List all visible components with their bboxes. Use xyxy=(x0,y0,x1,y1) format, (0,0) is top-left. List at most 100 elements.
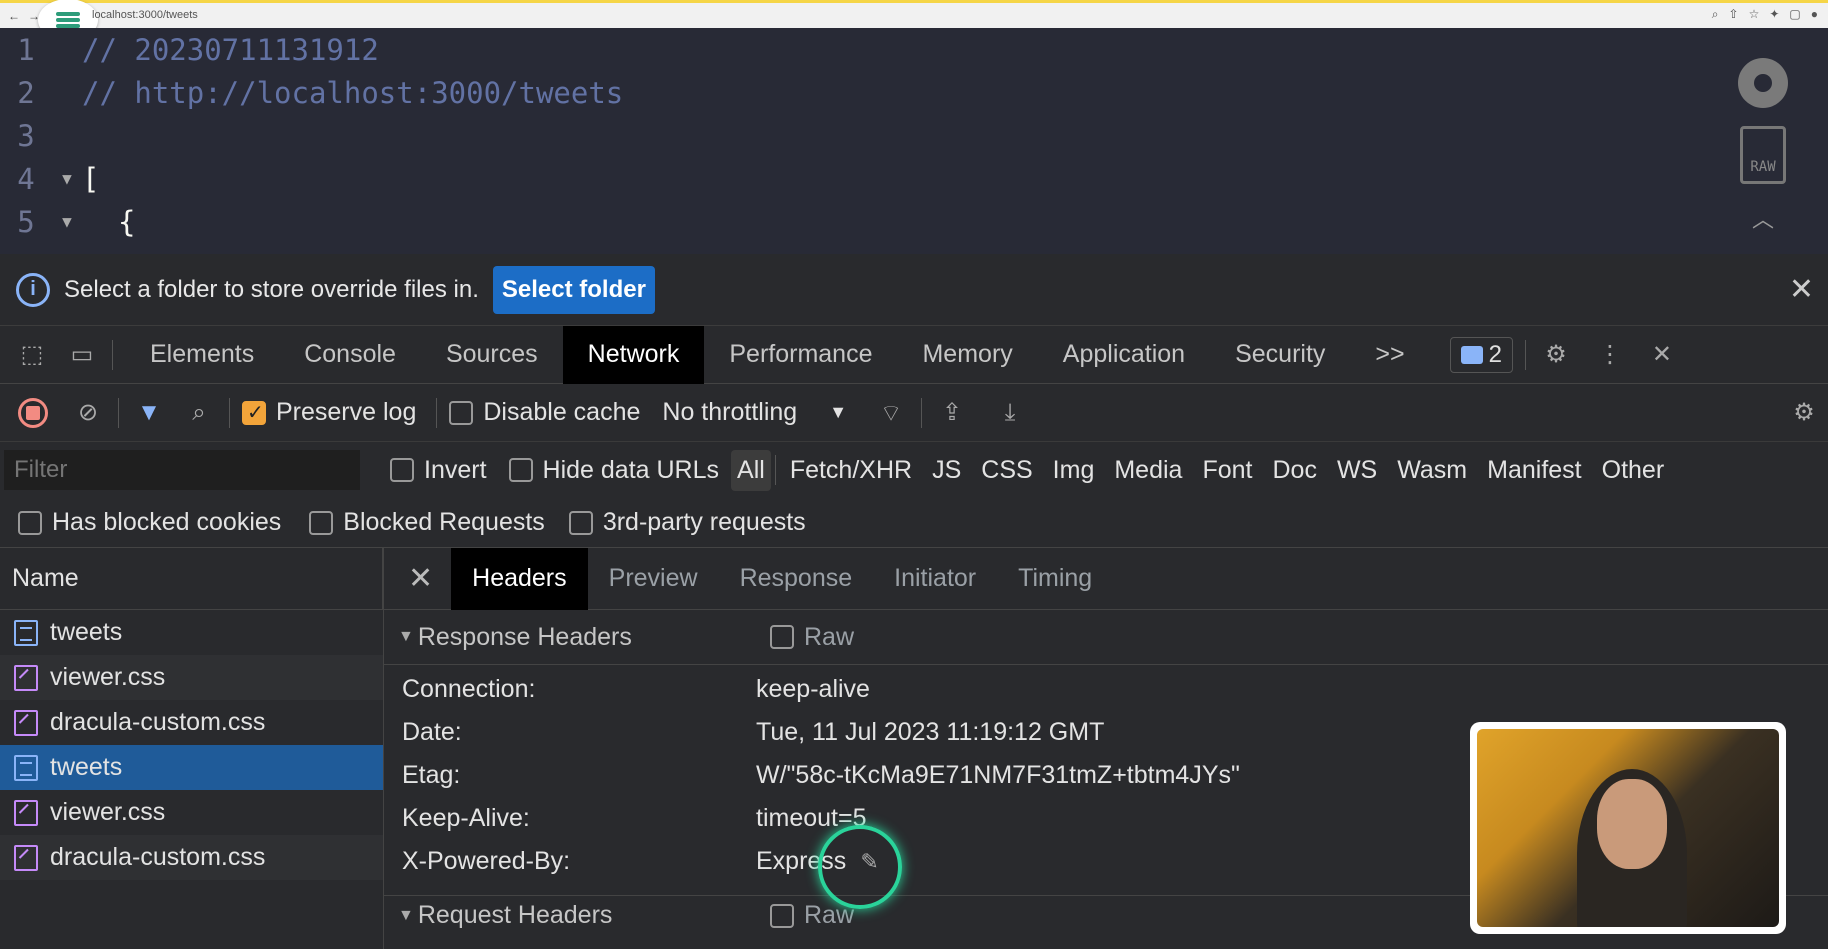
invert-checkbox[interactable] xyxy=(390,458,414,482)
disable-cache-label: Disable cache xyxy=(483,398,641,426)
filter-type-manifest[interactable]: Manifest xyxy=(1477,456,1591,485)
tab-console[interactable]: Console xyxy=(279,326,421,384)
close-devtools-icon[interactable]: ✕ xyxy=(1644,337,1680,373)
close-icon[interactable]: ✕ xyxy=(1789,272,1814,307)
line-number: 2 xyxy=(17,75,35,110)
request-name: tweets xyxy=(50,618,123,646)
tab-memory[interactable]: Memory xyxy=(897,326,1037,384)
devtools-tabbar: ⬚ ▭ Elements Console Sources Network Per… xyxy=(0,325,1828,384)
tab-timing[interactable]: Timing xyxy=(997,548,1113,610)
fold-toggle-icon[interactable]: ▼ xyxy=(52,169,82,188)
code-bracket: [ xyxy=(82,161,100,196)
network-toolbar: ⊘ ▼ ⌕ Preserve log Disable cache No thro… xyxy=(0,384,1828,442)
name-column-header[interactable]: Name xyxy=(0,548,383,610)
request-row[interactable]: viewer.css xyxy=(0,655,383,700)
tab-application[interactable]: Application xyxy=(1038,326,1210,384)
raw-toggle[interactable]: Raw xyxy=(770,901,854,930)
more-tabs-button[interactable]: >> xyxy=(1350,326,1429,384)
filter-type-js[interactable]: JS xyxy=(922,456,971,485)
raw-toggle[interactable]: Raw xyxy=(770,623,854,652)
tab-response[interactable]: Response xyxy=(719,548,874,610)
filter-type-img[interactable]: Img xyxy=(1043,456,1105,485)
browser-actions: ⌕ ⇧ ☆ ✦ ▢ ● xyxy=(1712,7,1818,22)
filter-type-media[interactable]: Media xyxy=(1104,456,1192,485)
extensions-icon[interactable]: ✦ xyxy=(1769,7,1779,22)
filter-type-doc[interactable]: Doc xyxy=(1262,456,1326,485)
blocked-requests-checkbox[interactable] xyxy=(309,510,334,535)
tab-security[interactable]: Security xyxy=(1210,326,1350,384)
close-detail-icon[interactable]: ✕ xyxy=(408,561,433,596)
request-row[interactable]: dracula-custom.css xyxy=(0,700,383,745)
request-row[interactable]: viewer.css xyxy=(0,790,383,835)
star-icon[interactable]: ☆ xyxy=(1749,7,1760,22)
zoom-icon[interactable]: ⌕ xyxy=(1712,7,1719,22)
tab-preview[interactable]: Preview xyxy=(588,548,719,610)
raw-checkbox[interactable] xyxy=(770,625,794,649)
throttling-select[interactable]: No throttling xyxy=(662,398,797,427)
third-party-checkbox[interactable] xyxy=(568,510,593,535)
response-headers-section[interactable]: ▼ Response Headers Raw xyxy=(384,610,1828,665)
filter-input[interactable] xyxy=(4,450,360,490)
request-row[interactable]: dracula-custom.css xyxy=(0,835,383,880)
settings-gear-icon[interactable]: ⚙ xyxy=(1538,337,1574,373)
fold-toggle-icon[interactable]: ▼ xyxy=(52,212,82,231)
hide-data-urls-checkbox[interactable] xyxy=(508,458,533,482)
stop-recording-icon[interactable] xyxy=(18,397,48,428)
share-icon[interactable]: ⇧ xyxy=(1729,7,1739,22)
inspect-element-icon[interactable]: ⬚ xyxy=(14,337,50,373)
blocked-requests-label: Blocked Requests xyxy=(343,508,545,536)
tab-elements[interactable]: Elements xyxy=(125,326,279,384)
filter-type-fetch-xhr[interactable]: Fetch/XHR xyxy=(780,456,922,485)
filter-type-other[interactable]: Other xyxy=(1592,456,1675,485)
filter-icon[interactable]: ▼ xyxy=(131,395,167,431)
request-list: Name tweets viewer.css dracula-custom.cs… xyxy=(0,548,384,949)
import-har-icon[interactable]: ⇪ xyxy=(934,395,970,431)
raw-checkbox[interactable] xyxy=(770,903,794,928)
request-row[interactable]: tweets xyxy=(0,610,383,655)
code-line: 4 ▼ [ xyxy=(0,157,99,200)
tab-headers[interactable]: Headers xyxy=(451,547,588,610)
filter-type-css[interactable]: CSS xyxy=(971,456,1042,485)
browser-toolbar: ← → localhost:3000/tweets ⌕ ⇧ ☆ ✦ ▢ ● xyxy=(0,0,1828,41)
select-folder-button[interactable]: Select folder xyxy=(492,265,655,314)
device-toolbar-icon[interactable]: ▭ xyxy=(64,337,100,373)
tab-performance[interactable]: Performance xyxy=(704,326,897,384)
search-icon[interactable]: ⌕ xyxy=(181,395,217,431)
request-name: dracula-custom.css xyxy=(50,843,266,871)
messages-badge[interactable]: 2 xyxy=(1449,336,1513,373)
presenter-face xyxy=(1597,779,1667,869)
tab-sources[interactable]: Sources xyxy=(421,326,563,384)
viewer-controls: RAW ︿ xyxy=(1738,58,1788,234)
code-line: 2 // http://localhost:3000/tweets xyxy=(0,71,623,114)
expand-triangle-icon: ▼ xyxy=(398,628,414,645)
has-blocked-cookies-label: Has blocked cookies xyxy=(52,508,282,536)
raw-label: Raw xyxy=(804,622,855,651)
chevron-down-icon[interactable]: ▼ xyxy=(829,402,847,423)
export-har-icon[interactable]: ⤓ xyxy=(992,395,1028,431)
chevron-up-icon[interactable]: ︿ xyxy=(1752,202,1774,234)
preserve-log-label: Preserve log xyxy=(276,398,417,426)
tab-network[interactable]: Network xyxy=(562,325,705,384)
raw-file-icon[interactable]: RAW xyxy=(1740,126,1786,184)
filter-type-ws[interactable]: WS xyxy=(1327,456,1387,485)
viewer-settings-gear-icon[interactable] xyxy=(1738,58,1788,108)
profile-avatar[interactable]: ● xyxy=(1811,7,1818,22)
filter-type-all[interactable]: All xyxy=(731,449,771,491)
header-name: X-Powered-By: xyxy=(402,847,571,875)
preserve-log-checkbox[interactable] xyxy=(242,400,266,425)
kebab-menu-icon[interactable]: ⋮ xyxy=(1592,337,1628,373)
request-row-selected[interactable]: tweets xyxy=(0,745,383,790)
back-icon[interactable]: ← xyxy=(8,9,20,23)
filter-type-font[interactable]: Font xyxy=(1192,456,1262,485)
window-icon[interactable]: ▢ xyxy=(1789,7,1800,22)
clear-icon[interactable]: ⊘ xyxy=(70,395,106,431)
filter-type-wasm[interactable]: Wasm xyxy=(1387,456,1477,485)
section-title: Request Headers xyxy=(417,901,613,929)
disable-cache-checkbox[interactable] xyxy=(449,400,474,425)
header-value: Tue, 11 Jul 2023 11:19:12 GMT xyxy=(756,718,1105,746)
network-conditions-icon[interactable]: ⌔ xyxy=(873,395,909,431)
network-settings-gear-icon[interactable]: ⚙ xyxy=(1786,395,1822,431)
tab-initiator[interactable]: Initiator xyxy=(873,548,997,610)
address-bar[interactable]: localhost:3000/tweets xyxy=(92,9,198,21)
has-blocked-cookies-checkbox[interactable] xyxy=(18,510,42,535)
